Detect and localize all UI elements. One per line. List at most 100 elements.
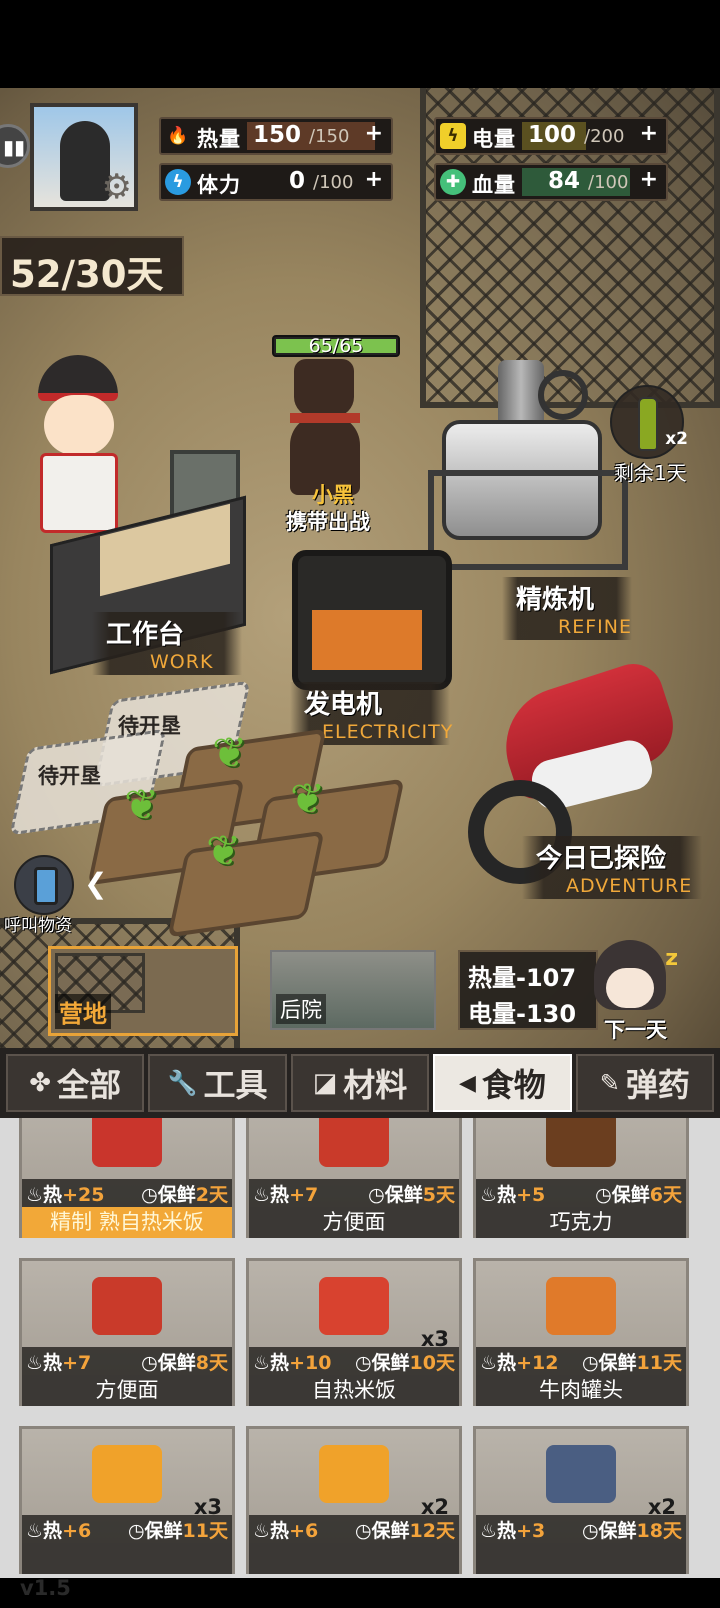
flame-icon: 🔥	[167, 126, 189, 146]
food-item-card[interactable]: ♨热+7 ◷保鲜8天 方便面	[19, 1258, 235, 1406]
sprout-icon: ❦	[212, 728, 248, 777]
food-item-card[interactable]: x3 ♨热+10 ◷保鲜10天 自热米饭	[246, 1258, 462, 1406]
inventory-tabs: ✤ 全部 🔧 工具 ◪ 材料 ◀ 食物 ✎ 弹药	[0, 1048, 720, 1118]
item-name: 方便面	[22, 1375, 232, 1406]
heat-stat: 🔥 热量 150 /150 +	[159, 117, 393, 155]
food-item-card[interactable]: ♨热+7 ◷保鲜5天 方便面	[246, 1118, 462, 1238]
next-day-power: 电量-130	[468, 1000, 577, 1028]
item-name: 精制 熟自热米饭	[22, 1207, 232, 1238]
generator[interactable]	[292, 550, 464, 700]
item-stats: ♨热+6 ◷保鲜11天	[22, 1515, 232, 1543]
dog-carry-button[interactable]: 携带出战	[286, 506, 370, 536]
food-image	[476, 1118, 686, 1183]
dog-name: 小黑	[312, 483, 354, 507]
tab-tools[interactable]: 🔧 工具	[148, 1054, 287, 1112]
item-stats: ♨热+10 ◷保鲜10天	[249, 1347, 459, 1375]
flame-icon: ♨	[480, 1351, 498, 1374]
call-supply-label: 呼叫物资	[4, 916, 72, 936]
walkie-talkie-icon	[14, 855, 74, 915]
player-avatar[interactable]: ⚙	[30, 103, 138, 211]
location-backyard[interactable]: 后院	[270, 950, 436, 1030]
food-icon	[546, 1118, 616, 1167]
refine-wheel	[538, 370, 588, 420]
food-icon: ◀	[458, 1070, 476, 1096]
clock-icon: ◷	[368, 1183, 385, 1206]
power-value: 100 /200	[528, 122, 625, 148]
heat-label: 热量	[197, 127, 241, 151]
item-name: 巧克力	[476, 1207, 686, 1238]
backyard-label: 后院	[276, 994, 326, 1024]
bullet-icon: ✎	[599, 1069, 620, 1097]
health-add-button[interactable]: +	[640, 167, 658, 192]
food-icon	[319, 1445, 389, 1503]
generator-panel	[312, 610, 422, 670]
workbench-label[interactable]: 工作台 WORK	[92, 612, 242, 675]
collapse-arrow-icon[interactable]: ❮	[84, 867, 107, 900]
item-name	[476, 1543, 686, 1574]
heat-value: 150 /150	[253, 122, 350, 148]
menu-dots-icon: ▮▮	[3, 135, 26, 159]
dog-companion[interactable]	[280, 355, 390, 495]
tab-materials[interactable]: ◪ 材料	[290, 1054, 430, 1112]
sleeping-character-icon[interactable]: z	[588, 940, 678, 1020]
heat-add-button[interactable]: +	[365, 121, 383, 146]
flame-icon: ♨	[26, 1183, 44, 1206]
oil-qty: x2	[665, 429, 688, 449]
dog-collar	[290, 413, 360, 423]
power-add-button[interactable]: +	[640, 121, 658, 146]
refine-label[interactable]: 精炼机 REFINE	[502, 577, 632, 640]
flame-icon: ♨	[26, 1519, 44, 1542]
settings-gear-icon[interactable]: ⚙	[102, 167, 132, 207]
refine-machine[interactable]	[428, 360, 628, 570]
location-camp[interactable]: 营地	[48, 946, 238, 1036]
food-item-card[interactable]: x2 ♨热+3 ◷保鲜18天	[473, 1426, 689, 1574]
stamina-add-button[interactable]: +	[365, 167, 383, 192]
locked-plot-1-label: 待开垦	[118, 714, 181, 738]
food-item-card[interactable]: ♨热+25 ◷保鲜2天 精制 熟自热米饭	[19, 1118, 235, 1238]
dog-head	[294, 359, 354, 417]
character-face	[44, 395, 114, 455]
oil-bottle-badge[interactable]: x2	[610, 385, 688, 459]
clock-icon: ◷	[581, 1519, 599, 1542]
food-icon	[319, 1118, 389, 1167]
next-day-heat: 热量-107	[468, 964, 577, 992]
tab-ammo[interactable]: ✎ 弹药	[575, 1054, 715, 1112]
clock-icon: ◷	[595, 1183, 612, 1206]
item-name: 方便面	[249, 1207, 459, 1238]
food-icon	[92, 1445, 162, 1503]
clock-icon: ◷	[141, 1183, 158, 1206]
tab-food[interactable]: ◀ 食物	[433, 1054, 572, 1112]
camp-label: 营地	[55, 994, 111, 1029]
flame-icon: ♨	[253, 1519, 271, 1542]
power-label: 电量	[472, 127, 516, 151]
power-stat: ϟ 电量 100 /200 +	[434, 117, 668, 155]
adventure-label[interactable]: 今日已探险 ADVENTURE	[522, 836, 702, 899]
next-day-button[interactable]: 下一天	[604, 1014, 667, 1044]
food-item-card[interactable]: x2 ♨热+6 ◷保鲜12天	[246, 1426, 462, 1574]
food-item-card[interactable]: ♨热+12 ◷保鲜11天 牛肉罐头	[473, 1258, 689, 1406]
food-item-card[interactable]: x3 ♨热+6 ◷保鲜11天	[19, 1426, 235, 1574]
flame-icon: ♨	[480, 1183, 498, 1206]
item-stats: ♨热+25 ◷保鲜2天	[22, 1179, 232, 1207]
stamina-value: 0 /100	[289, 168, 354, 194]
health-drop-icon: ✚	[440, 169, 466, 195]
clock-icon: ◷	[581, 1351, 599, 1374]
dog-hp-text: 65/65	[308, 335, 364, 357]
call-supply-button[interactable]: ❮ 呼叫物资	[4, 855, 108, 936]
oil-remain-text: 剩余1天	[614, 461, 687, 485]
health-label: 血量	[472, 173, 516, 197]
dog-hp-bar: 65/65	[272, 335, 400, 357]
food-icon	[319, 1277, 389, 1335]
food-item-card[interactable]: ♨热+5 ◷保鲜6天 巧克力	[473, 1118, 689, 1238]
item-name	[249, 1543, 459, 1574]
flame-icon: ♨	[253, 1351, 271, 1374]
health-value: 84 /100	[548, 168, 629, 194]
locked-plot-2-label: 待开垦	[38, 764, 101, 788]
tab-all[interactable]: ✤ 全部	[6, 1054, 145, 1112]
food-icon	[546, 1445, 616, 1503]
health-stat: ✚ 血量 84 /100 +	[434, 163, 668, 201]
food-image	[476, 1261, 686, 1351]
clock-icon: ◷	[127, 1519, 145, 1542]
next-day-panel[interactable]: 热量-107 电量-130	[458, 950, 598, 1030]
item-name	[22, 1543, 232, 1574]
